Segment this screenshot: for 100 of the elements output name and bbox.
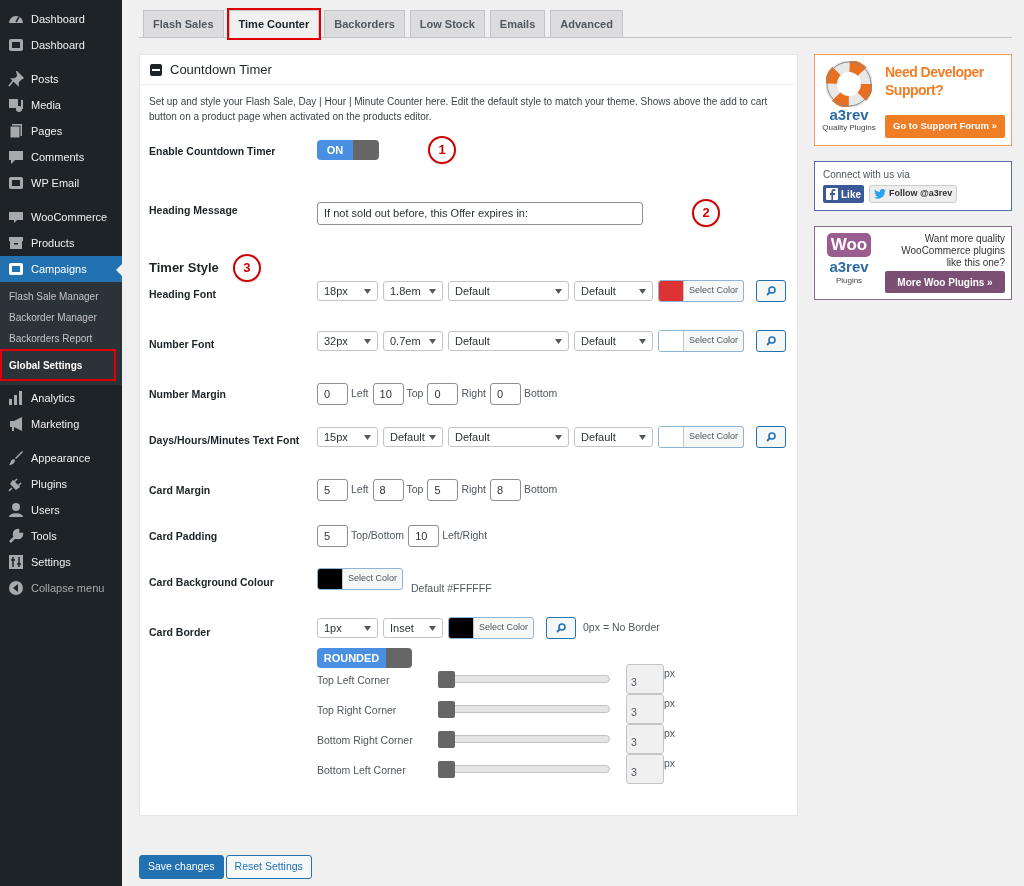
color-picker-button[interactable]: Select Color xyxy=(448,617,535,639)
menu-item[interactable]: Tools xyxy=(0,523,122,549)
dropdown[interactable]: Default xyxy=(448,331,569,351)
menu-item[interactable]: Comments xyxy=(0,144,122,170)
input-field[interactable]: 8 xyxy=(372,479,404,501)
caret-icon xyxy=(429,434,436,440)
badge-icon xyxy=(8,175,24,191)
dropdown[interactable]: 32px xyxy=(317,331,378,351)
preview-button[interactable] xyxy=(756,426,787,448)
hint-text: 0px = No Border xyxy=(583,620,660,636)
woo-logo: Woo xyxy=(826,233,872,257)
unit-label: px xyxy=(664,666,676,681)
color-picker-button[interactable]: Select Color xyxy=(317,568,404,590)
tab[interactable]: Flash Sales xyxy=(143,10,224,38)
menu-item[interactable]: Campaigns xyxy=(0,256,122,282)
input-field[interactable]: 5 xyxy=(427,479,459,501)
slider[interactable] xyxy=(438,701,610,718)
caret-icon xyxy=(555,434,562,440)
more-plugins-button[interactable]: More Woo Plugins » xyxy=(885,271,1005,293)
preview-button[interactable] xyxy=(756,330,787,352)
dropdown[interactable]: Default xyxy=(448,427,569,447)
dropdown[interactable]: Default xyxy=(448,281,569,301)
menu-item[interactable]: Media xyxy=(0,92,122,118)
caret-icon xyxy=(555,288,562,294)
reset-button[interactable]: Reset Settings xyxy=(225,855,312,879)
tagline-text: Plugins xyxy=(835,275,863,287)
slider-thumb[interactable] xyxy=(438,761,455,778)
input-field[interactable]: 0 xyxy=(317,383,348,405)
slider-thumb[interactable] xyxy=(438,671,455,688)
input-field[interactable]: 0 xyxy=(489,383,521,405)
field-label: Heading Message xyxy=(149,203,239,218)
field-label: Card Padding xyxy=(149,529,219,544)
menu-item[interactable]: Products xyxy=(0,230,122,256)
dropdown[interactable]: Default xyxy=(383,427,443,447)
tab[interactable]: Advanced xyxy=(550,10,623,38)
menu-item[interactable]: Analytics xyxy=(0,385,122,411)
tab[interactable]: Emails xyxy=(489,10,546,38)
input-field[interactable]: 8 xyxy=(489,479,521,501)
tab[interactable]: Low Stock xyxy=(409,10,485,38)
tab[interactable]: Backorders xyxy=(324,10,405,38)
menu-item[interactable]: Marketing xyxy=(0,411,122,437)
input-field[interactable]: If not sold out before, this Offer expires in: xyxy=(317,201,643,225)
slider-thumb[interactable] xyxy=(438,701,455,718)
menu-item[interactable]: Appearance xyxy=(0,445,122,471)
menu-item[interactable]: Plugins xyxy=(0,471,122,497)
menu-item[interactable]: Collapse menu xyxy=(0,575,122,601)
field-label: Card Margin xyxy=(149,483,212,498)
color-picker-button[interactable]: Select Color xyxy=(658,426,745,448)
corner-label: Bottom Left Corner xyxy=(317,763,407,778)
dropdown[interactable]: Default xyxy=(574,281,653,301)
menu-item[interactable]: WP Email xyxy=(0,170,122,196)
input-field[interactable]: 5 xyxy=(317,525,348,547)
speech-bubble-icon xyxy=(8,209,24,225)
unit-label: Left xyxy=(351,482,369,498)
preview-button[interactable] xyxy=(756,280,787,302)
dropdown[interactable]: Inset xyxy=(383,618,443,638)
color-picker-button[interactable]: Select Color xyxy=(658,280,745,302)
pages-icon xyxy=(8,123,24,139)
menu-item[interactable]: Posts xyxy=(0,66,122,92)
slider[interactable] xyxy=(438,761,610,778)
like-button[interactable]: Like xyxy=(823,185,864,203)
dropdown[interactable]: 1px xyxy=(317,618,378,638)
input-field[interactable]: 0 xyxy=(427,383,459,405)
input-field[interactable]: 5 xyxy=(317,479,348,501)
caret-icon xyxy=(555,338,562,344)
megaphone-icon xyxy=(8,416,24,432)
menu-item[interactable]: Users xyxy=(0,497,122,523)
save-button[interactable]: Save changes xyxy=(139,855,224,879)
input-field[interactable]: 10 xyxy=(372,383,404,405)
input-field[interactable]: 10 xyxy=(408,525,440,547)
submenu-item[interactable]: Flash Sale Manager xyxy=(0,286,122,307)
section-heading: Timer Style xyxy=(149,258,219,277)
slider[interactable] xyxy=(438,671,610,688)
slider-thumb[interactable] xyxy=(438,731,455,748)
dropdown[interactable]: 18px xyxy=(317,281,378,301)
caret-icon xyxy=(364,434,371,440)
input-field[interactable]: 3 xyxy=(626,724,664,754)
preview-button[interactable] xyxy=(546,617,577,639)
slider[interactable] xyxy=(438,731,610,748)
dropdown[interactable]: 0.7em xyxy=(383,331,443,351)
input-field[interactable]: 3 xyxy=(626,664,664,694)
submenu-item[interactable]: Global Settings xyxy=(0,349,116,381)
tab[interactable]: Time Counter xyxy=(228,10,320,38)
menu-item[interactable]: WooCommerce xyxy=(0,204,122,230)
color-picker-button[interactable]: Select Color xyxy=(658,330,745,352)
input-field[interactable]: 3 xyxy=(626,754,664,784)
dropdown[interactable]: Default xyxy=(574,427,653,447)
collapse-icon[interactable] xyxy=(150,63,162,76)
menu-item[interactable]: Dashboard xyxy=(0,6,122,32)
menu-item[interactable]: Pages xyxy=(0,118,122,144)
menu-item[interactable]: Settings xyxy=(0,549,122,575)
dropdown[interactable]: 15px xyxy=(317,427,378,447)
dropdown[interactable]: 1.8em xyxy=(383,281,443,301)
input-field[interactable]: 3 xyxy=(626,694,664,724)
menu-item[interactable]: Dashboard xyxy=(0,32,122,58)
dropdown[interactable]: Default xyxy=(574,331,653,351)
follow-button[interactable]: Follow @a3rev xyxy=(869,185,958,203)
corner-label: Top Left Corner xyxy=(317,673,391,688)
submenu-item[interactable]: Backorders Report xyxy=(0,328,122,349)
submenu-item[interactable]: Backorder Manager xyxy=(0,307,122,328)
